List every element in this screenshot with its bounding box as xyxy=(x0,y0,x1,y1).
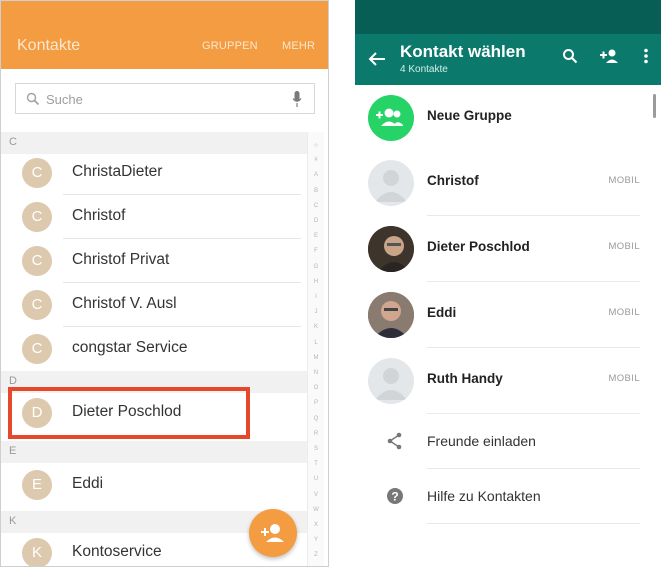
scrollbar[interactable] xyxy=(653,94,656,118)
invite-friends-label: Freunde einladen xyxy=(427,433,536,449)
index-letter[interactable]: N xyxy=(308,370,324,376)
add-contact-button[interactable] xyxy=(249,509,297,557)
toolbar: Kontakt wählen 4 Kontakte xyxy=(355,34,661,85)
index-letter[interactable]: I xyxy=(308,294,324,300)
contact-name: ChristaDieter xyxy=(72,163,163,180)
section-header-e: E xyxy=(1,441,307,463)
more-menu[interactable]: MEHR xyxy=(282,40,315,52)
whatsapp-select-contact-screen: Kontakt wählen 4 Kontakte Neue Gruppe Ch… xyxy=(355,0,661,567)
avatar xyxy=(368,358,414,404)
index-letter[interactable]: M xyxy=(308,355,324,361)
index-letter[interactable]: D xyxy=(308,218,324,224)
page-title: Kontakt wählen xyxy=(400,42,526,61)
avatar: K xyxy=(22,538,52,566)
phone-type-label: MOBIL xyxy=(608,373,640,384)
index-letter[interactable]: O xyxy=(308,385,324,391)
avatar xyxy=(368,160,414,206)
contact-name: Kontoservice xyxy=(72,543,162,560)
page-title: Kontakte xyxy=(17,37,81,54)
search-icon[interactable] xyxy=(562,48,578,64)
contact-row[interactable]: C Christof Privat xyxy=(1,239,307,283)
avatar-photo xyxy=(368,226,414,272)
new-group-label: Neue Gruppe xyxy=(427,108,512,123)
search-icon xyxy=(26,92,40,106)
help-icon: ? xyxy=(387,488,403,504)
avatar: E xyxy=(22,470,52,500)
index-letter[interactable]: P xyxy=(308,400,324,406)
index-letter[interactable]: # xyxy=(308,157,324,163)
contact-row[interactable]: Eddi MOBIL xyxy=(355,282,661,348)
index-letter[interactable]: Z xyxy=(308,552,324,558)
index-letter[interactable]: F xyxy=(308,248,324,254)
group-icon xyxy=(368,95,414,141)
add-person-icon xyxy=(261,524,284,542)
index-letter[interactable]: G xyxy=(308,264,324,270)
divider xyxy=(427,523,640,524)
avatar: C xyxy=(22,334,52,364)
search-placeholder: Suche xyxy=(46,92,83,107)
new-group-row[interactable]: Neue Gruppe xyxy=(355,85,661,151)
index-letter[interactable]: Q xyxy=(308,416,324,422)
contact-name: Christof xyxy=(427,173,479,188)
index-letter[interactable]: K xyxy=(308,324,324,330)
index-letter[interactable]: H xyxy=(308,279,324,285)
contact-name: Eddi xyxy=(72,475,104,492)
contact-row[interactable]: C Christof xyxy=(1,195,307,239)
invite-friends-row[interactable]: Freunde einladen xyxy=(355,414,661,469)
index-letter[interactable]: B xyxy=(308,188,324,194)
index-letter[interactable]: A xyxy=(308,172,324,178)
avatar: C xyxy=(22,158,52,188)
contact-row[interactable]: C congstar Service xyxy=(1,327,307,371)
contact-row[interactable]: E Eddi xyxy=(1,463,307,507)
index-letter[interactable]: L xyxy=(308,340,324,346)
status-bar xyxy=(355,0,661,34)
index-letter[interactable]: S xyxy=(308,446,324,452)
index-letter[interactable]: V xyxy=(308,492,324,498)
contact-name: Ruth Handy xyxy=(427,371,503,386)
contacts-app-screen: Kontakte GRUPPEN MEHR Suche C C ChristaD… xyxy=(0,0,329,567)
more-vert-icon[interactable] xyxy=(643,48,649,64)
contact-row[interactable]: C Christof V. Ausl xyxy=(1,283,307,327)
share-icon xyxy=(387,432,402,450)
index-letter[interactable]: X xyxy=(308,522,324,528)
contact-count: 4 Kontakte xyxy=(400,64,448,75)
contact-row[interactable]: Ruth Handy MOBIL xyxy=(355,348,661,414)
groups-tab[interactable]: GRUPPEN xyxy=(202,40,258,52)
contact-name: Christof xyxy=(72,207,126,224)
add-contact-icon[interactable] xyxy=(599,48,621,64)
microphone-icon[interactable] xyxy=(292,91,302,107)
contact-row[interactable]: C ChristaDieter xyxy=(1,151,307,195)
app-header: Kontakte GRUPPEN MEHR xyxy=(1,1,328,69)
phone-type-label: MOBIL xyxy=(608,175,640,186)
contacts-help-row[interactable]: ? Hilfe zu Kontakten xyxy=(355,469,661,524)
phone-type-label: MOBIL xyxy=(608,307,640,318)
index-letter[interactable]: R xyxy=(308,431,324,437)
phone-type-label: MOBIL xyxy=(608,241,640,252)
avatar: C xyxy=(22,290,52,320)
highlight-box xyxy=(8,387,250,439)
contact-name: congstar Service xyxy=(72,339,188,356)
index-letter[interactable]: C xyxy=(308,203,324,209)
contact-name: Christof Privat xyxy=(72,251,170,268)
contact-row[interactable]: Christof MOBIL xyxy=(355,150,661,216)
svg-text:?: ? xyxy=(391,490,398,504)
avatar: C xyxy=(22,246,52,276)
contact-name: Christof V. Ausl xyxy=(72,295,177,312)
index-letter[interactable]: Y xyxy=(308,537,324,543)
alphabet-index-scroller[interactable]: ☆ # A B C D E F G H I J K L M N O P Q R S T U V W X Y Z xyxy=(307,132,324,566)
contact-name: Dieter Poschlod xyxy=(427,239,530,254)
index-letter[interactable]: E xyxy=(308,233,324,239)
contacts-help-label: Hilfe zu Kontakten xyxy=(427,488,541,504)
contact-row[interactable]: Dieter Poschlod MOBIL xyxy=(355,216,661,282)
search-input[interactable]: Suche xyxy=(15,83,315,114)
index-letter[interactable]: T xyxy=(308,461,324,467)
avatar: C xyxy=(22,202,52,232)
index-letter[interactable]: J xyxy=(308,309,324,315)
index-letter[interactable]: W xyxy=(308,507,324,513)
index-letter[interactable]: ☆ xyxy=(308,142,324,149)
index-letter[interactable]: U xyxy=(308,476,324,482)
contact-name: Eddi xyxy=(427,305,457,320)
back-arrow-icon[interactable] xyxy=(368,51,386,67)
avatar-photo xyxy=(368,292,414,338)
